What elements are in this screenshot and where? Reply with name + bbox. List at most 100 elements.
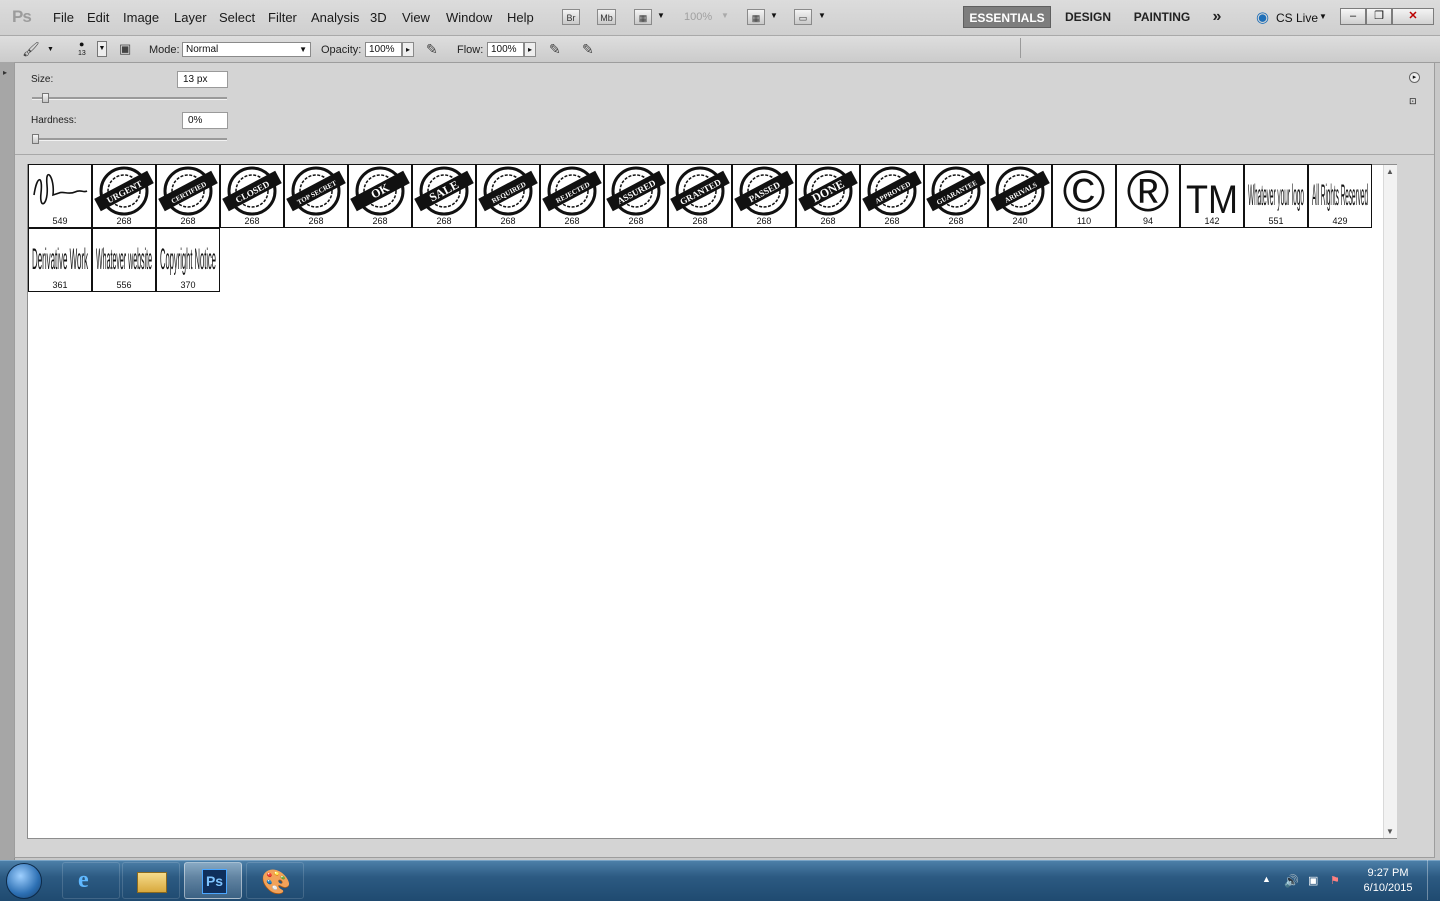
brush-tile[interactable]: © 110 [1052, 164, 1116, 228]
zoom-level[interactable]: 100% [684, 11, 712, 23]
brush-tile[interactable]: URGENT 268 [92, 164, 156, 228]
panel-menu-icon[interactable]: ▸ [1409, 72, 1420, 83]
flow-slider-arrow-icon[interactable]: ▸ [524, 42, 536, 57]
cs-live-chevron-icon[interactable]: ▼ [1319, 12, 1327, 21]
size-slider-thumb[interactable] [41, 93, 49, 103]
menu-image[interactable]: Image [123, 10, 159, 25]
view-extras-button[interactable]: ▦ [634, 9, 652, 25]
menu-select[interactable]: Select [219, 10, 255, 25]
new-preset-icon[interactable]: ⊡ [1409, 96, 1417, 107]
brush-tile[interactable]: ® 94 [1116, 164, 1180, 228]
tall-text-glyphs: Whatever your logo [1248, 179, 1304, 212]
blend-mode-select[interactable]: Normal ▼ [182, 42, 311, 57]
brush-tile[interactable]: CLOSED 268 [220, 164, 284, 228]
brush-tile[interactable]: OK 268 [348, 164, 412, 228]
scroll-up-icon[interactable]: ▲ [1386, 167, 1394, 176]
view-extras-chevron-icon[interactable]: ▼ [657, 11, 665, 20]
size-input[interactable]: 13 px [177, 71, 228, 88]
zoom-chevron-icon[interactable]: ▼ [721, 11, 729, 20]
tall-text-glyphs: Derivative Work [32, 243, 88, 276]
network-icon[interactable]: ▣ [1308, 874, 1318, 887]
menu-file[interactable]: File [53, 10, 74, 25]
brush-tile[interactable]: All Rights Reserved 429 [1308, 164, 1372, 228]
flow-input[interactable]: 100% [487, 42, 524, 57]
brush-tile[interactable]: Copyright Notice 370 [156, 228, 220, 292]
screen-mode-chevron-icon[interactable]: ▼ [818, 11, 826, 20]
brush-tile[interactable]: PASSED 268 [732, 164, 796, 228]
launch-bridge-button[interactable]: Br [562, 9, 580, 25]
show-desktop-button[interactable] [1427, 860, 1440, 900]
launch-mini-bridge-button[interactable]: Mb [597, 9, 616, 25]
arrange-chevron-icon[interactable]: ▼ [770, 11, 778, 20]
tall-text-glyphs: Whatever website [96, 243, 152, 276]
brush-tile[interactable]: TOP SECRET 268 [284, 164, 348, 228]
brush-tile[interactable]: TM 142 [1180, 164, 1244, 228]
close-button[interactable]: ✕ [1392, 8, 1434, 25]
workspace-design[interactable]: DESIGN [1058, 6, 1118, 28]
opacity-input[interactable]: 100% [365, 42, 402, 57]
brush-tile[interactable]: APPROVED 268 [860, 164, 924, 228]
workspace-painting[interactable]: PAINTING [1126, 6, 1198, 28]
volume-icon[interactable]: 🔊 [1284, 874, 1299, 888]
menu-layer[interactable]: Layer [174, 10, 207, 25]
airbrush-icon[interactable]: ✎ [549, 41, 561, 58]
brush-tile[interactable]: 549 [28, 164, 92, 228]
brush-tile[interactable]: REJECTED 268 [540, 164, 604, 228]
brush-grid-scrollbar[interactable]: ▲ ▼ [1383, 165, 1397, 838]
minimize-button[interactable]: – [1340, 8, 1366, 25]
brush-picker-toggle[interactable]: ▼ [97, 41, 107, 57]
system-clock[interactable]: 9:27 PM 6/10/2015 [1356, 866, 1420, 896]
tool-preset-chevron-icon[interactable]: ▼ [47, 46, 54, 53]
brush-tile[interactable]: Derivative Work 361 [28, 228, 92, 292]
show-hidden-icons-icon[interactable]: ▲ [1262, 874, 1271, 884]
brush-thumbnail [33, 173, 88, 205]
brush-tile[interactable]: DONE 268 [796, 164, 860, 228]
size-slider-track[interactable] [32, 97, 227, 100]
hardness-label: Hardness: [31, 115, 77, 126]
taskbar-paint[interactable]: 🎨 [246, 862, 304, 899]
hardness-slider-thumb[interactable] [32, 134, 39, 144]
brush-tile[interactable]: REQUIRED 268 [476, 164, 540, 228]
hardness-input[interactable]: 0% [182, 112, 228, 129]
mode-label: Mode: [149, 44, 180, 56]
more-workspaces-icon[interactable]: » [1205, 6, 1229, 28]
scroll-down-icon[interactable]: ▼ [1386, 827, 1394, 836]
screen-mode-button[interactable]: ▭ [794, 9, 812, 25]
arrange-documents-button[interactable]: ▦ [747, 9, 765, 25]
expand-panels-icon[interactable]: ▸ [3, 68, 7, 77]
brush-tile[interactable]: GRANTED 268 [668, 164, 732, 228]
internet-explorer-icon: e [78, 867, 89, 893]
brush-tile[interactable]: GUARANTEE 268 [924, 164, 988, 228]
menu-3d[interactable]: 3D [370, 10, 387, 25]
cs-live-label[interactable]: CS Live [1276, 11, 1318, 25]
menu-analysis[interactable]: Analysis [311, 10, 359, 25]
pressure-opacity-icon[interactable]: ✎ [426, 41, 438, 58]
taskbar-internet-explorer[interactable]: e [62, 862, 120, 899]
pressure-size-icon[interactable]: ✎ [582, 41, 594, 58]
brush-tile[interactable]: ASSURED 268 [604, 164, 668, 228]
brush-tile[interactable]: Whatever website 556 [92, 228, 156, 292]
brush-tile[interactable]: CERTIFIED 268 [156, 164, 220, 228]
brush-tile[interactable]: SALE 268 [412, 164, 476, 228]
opacity-slider-arrow-icon[interactable]: ▸ [402, 42, 414, 57]
hardness-slider-track[interactable] [32, 138, 227, 141]
brush-thumbnail: REJECTED [542, 166, 602, 216]
action-center-icon[interactable]: ⚑ [1330, 874, 1340, 887]
taskbar-explorer[interactable] [122, 862, 180, 899]
brush-tile[interactable]: Whatever your logo 551 [1244, 164, 1308, 228]
menu-filter[interactable]: Filter [268, 10, 297, 25]
menu-help[interactable]: Help [507, 10, 534, 25]
cs-live-icon[interactable]: ◉ [1256, 8, 1269, 26]
workspace-essentials[interactable]: ESSENTIALS [963, 6, 1051, 28]
brush-tile[interactable]: ARRIVALS 240 [988, 164, 1052, 228]
application-menu-bar: Ps File Edit Image Layer Select Filter A… [0, 0, 1440, 36]
brush-tool-icon[interactable]: 🖌 [22, 41, 40, 58]
taskbar-photoshop[interactable]: Ps [184, 862, 242, 899]
brush-panel-toggle-icon[interactable]: ▣ [119, 41, 131, 57]
menu-edit[interactable]: Edit [87, 10, 109, 25]
menu-window[interactable]: Window [446, 10, 492, 25]
start-button[interactable] [6, 863, 42, 899]
menu-view[interactable]: View [402, 10, 430, 25]
restore-button[interactable]: ❐ [1366, 8, 1392, 25]
brush-preview-icon[interactable]: ● [79, 39, 84, 49]
